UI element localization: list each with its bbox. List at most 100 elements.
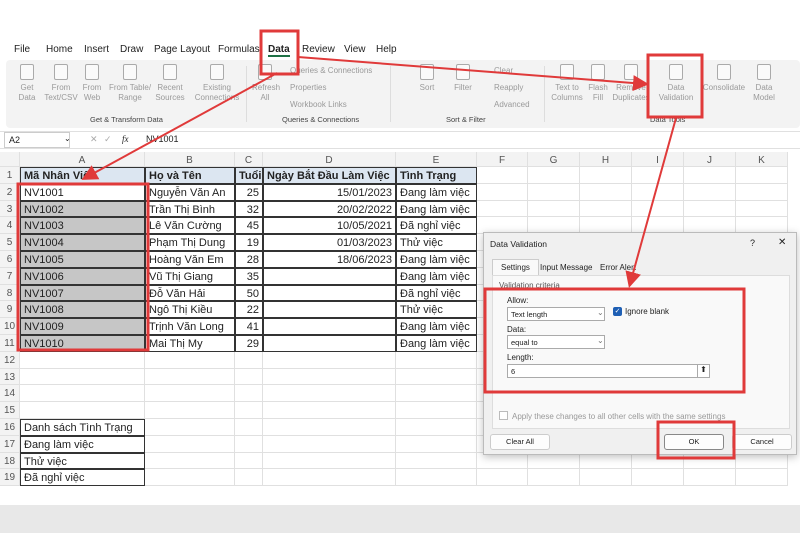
data-validation-button[interactable]: Data Validation <box>654 64 698 103</box>
cell[interactable]: NV1005 <box>20 251 145 268</box>
cell[interactable]: NV1007 <box>20 284 145 302</box>
consolidate-button[interactable]: Consolidate <box>702 64 746 93</box>
refresh-all-button[interactable]: Refresh All <box>252 64 280 103</box>
cell[interactable]: Danh sách Tình Trạng <box>20 419 145 436</box>
cell[interactable]: Đang làm việc <box>396 267 477 285</box>
cell[interactable] <box>145 419 235 436</box>
tab-help[interactable]: Help <box>376 44 397 55</box>
cell[interactable] <box>684 452 736 470</box>
cell[interactable] <box>684 167 736 184</box>
cell[interactable] <box>145 452 235 470</box>
cell[interactable] <box>396 469 477 487</box>
cell[interactable]: Đang làm việc <box>396 200 477 218</box>
cell[interactable] <box>580 200 632 218</box>
apply-all-checkbox[interactable] <box>499 411 508 420</box>
cell[interactable]: Nguyễn Văn An <box>145 183 235 201</box>
recent-sources-button[interactable]: Recent Sources <box>154 64 186 103</box>
cell[interactable]: NV1006 <box>20 267 145 285</box>
sort-button[interactable]: Sort <box>416 64 438 93</box>
allow-select[interactable]: Text length <box>507 307 605 321</box>
cell[interactable]: 01/03/2023 <box>263 234 396 251</box>
cell[interactable] <box>396 402 477 419</box>
get-data-button[interactable]: Get Data <box>14 64 40 103</box>
cell[interactable] <box>263 385 396 403</box>
tab-review[interactable]: Review <box>302 44 335 55</box>
cell[interactable] <box>396 419 477 436</box>
row-header[interactable]: 18 <box>0 452 20 470</box>
tab-draw[interactable]: Draw <box>120 44 143 55</box>
cell[interactable]: Đang làm việc <box>396 183 477 201</box>
cell[interactable]: NV1002 <box>20 200 145 218</box>
cell[interactable] <box>736 167 788 184</box>
cell[interactable]: Đỗ Văn Hải <box>145 284 235 302</box>
cell[interactable] <box>396 385 477 403</box>
cell[interactable]: NV1008 <box>20 301 145 319</box>
row-header[interactable]: 12 <box>0 351 20 369</box>
chevron-down-icon[interactable]: ⌄ <box>597 336 604 345</box>
cell[interactable] <box>235 452 263 470</box>
cell[interactable] <box>632 167 684 184</box>
filter-button[interactable]: Filter <box>452 64 474 93</box>
cell[interactable] <box>396 368 477 386</box>
cell[interactable] <box>528 452 580 470</box>
cell[interactable] <box>632 452 684 470</box>
queries-connections-button[interactable]: Queries & Connections <box>290 66 372 76</box>
properties-button[interactable]: Properties <box>290 83 326 93</box>
row-header[interactable]: 14 <box>0 385 20 403</box>
column-header-e[interactable]: E <box>396 152 477 167</box>
column-header-f[interactable]: F <box>477 152 528 167</box>
data-model-button[interactable]: Data Model <box>750 64 778 103</box>
cell[interactable] <box>235 368 263 386</box>
cell[interactable] <box>145 469 235 487</box>
cell[interactable] <box>263 469 396 487</box>
cell[interactable]: NV1001 <box>20 183 145 201</box>
cell[interactable] <box>528 469 580 487</box>
cell[interactable] <box>528 167 580 184</box>
name-box[interactable]: A2 <box>4 132 70 148</box>
from-table-range-button[interactable]: From Table/ Range <box>108 64 152 103</box>
tab-home[interactable]: Home <box>46 44 73 55</box>
cell[interactable] <box>528 200 580 218</box>
cell[interactable] <box>263 351 396 369</box>
formula-input[interactable]: NV1001 <box>146 134 179 144</box>
cancel-button[interactable]: Cancel <box>732 434 792 450</box>
cell[interactable] <box>528 183 580 201</box>
cell[interactable]: Thử việc <box>396 234 477 251</box>
column-header-c[interactable]: C <box>235 152 263 167</box>
cell[interactable]: 29 <box>235 335 263 352</box>
cell[interactable]: 18/06/2023 <box>263 251 396 268</box>
cell[interactable]: Đang làm việc <box>396 318 477 335</box>
row-header[interactable]: 2 <box>0 183 20 201</box>
column-header-i[interactable]: I <box>632 152 684 167</box>
row-header[interactable]: 10 <box>0 318 20 335</box>
cell[interactable] <box>684 200 736 218</box>
clear-all-button[interactable]: Clear All <box>490 434 550 450</box>
cell[interactable] <box>20 368 145 386</box>
cell[interactable]: 50 <box>235 284 263 302</box>
cell[interactable]: 20/02/2022 <box>263 200 396 218</box>
row-header[interactable]: 11 <box>0 335 20 352</box>
cell[interactable] <box>263 335 396 352</box>
row-header[interactable]: 6 <box>0 251 20 268</box>
cell[interactable] <box>580 469 632 487</box>
cell[interactable] <box>145 368 235 386</box>
cell[interactable]: 35 <box>235 267 263 285</box>
cell[interactable]: 10/05/2021 <box>263 217 396 235</box>
cell[interactable]: 25 <box>235 183 263 201</box>
function-icon[interactable]: fx <box>122 134 129 144</box>
column-header-d[interactable]: D <box>263 152 396 167</box>
row-header[interactable]: 3 <box>0 200 20 218</box>
cell[interactable]: Đã nghỉ việc <box>396 217 477 235</box>
data-select[interactable]: equal to <box>507 335 605 349</box>
cell[interactable] <box>20 385 145 403</box>
column-header-g[interactable]: G <box>528 152 580 167</box>
cell[interactable] <box>396 452 477 470</box>
cell[interactable] <box>736 183 788 201</box>
cell[interactable] <box>684 469 736 487</box>
row-header[interactable]: 19 <box>0 469 20 487</box>
row-header[interactable]: 13 <box>0 368 20 386</box>
from-web-button[interactable]: From Web <box>80 64 104 103</box>
row-header[interactable]: 1 <box>0 167 20 184</box>
tab-formulas[interactable]: Formulas <box>218 44 260 55</box>
cell[interactable] <box>477 167 528 184</box>
